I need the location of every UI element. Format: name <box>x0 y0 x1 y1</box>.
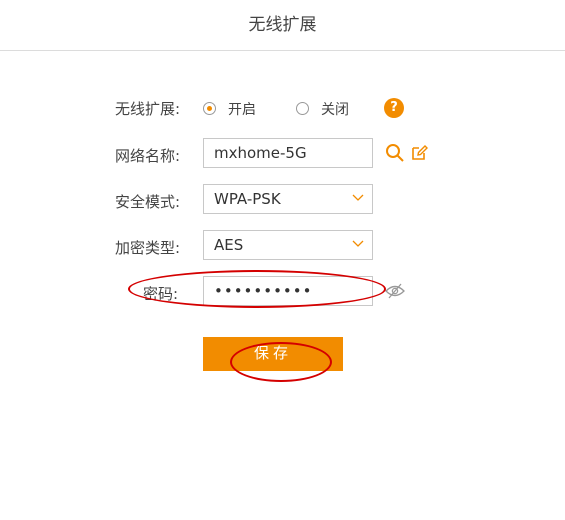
network-name-field[interactable]: mxhome-5G <box>203 138 373 168</box>
help-icon[interactable]: ? <box>384 98 404 118</box>
eye-hidden-icon[interactable] <box>385 283 405 299</box>
password-label: 密码: <box>142 285 178 303</box>
radio-on-label[interactable]: 开启 <box>228 99 256 119</box>
security-mode-label: 安全模式: <box>114 193 180 211</box>
page-title: 无线扩展 <box>248 15 317 35</box>
save-button[interactable]: 保存 <box>203 337 343 371</box>
encryption-type-label: 加密类型: <box>114 239 180 257</box>
radio-off[interactable] <box>296 102 309 115</box>
chevron-down-icon <box>352 194 364 201</box>
header: 无线扩展 <box>0 0 565 51</box>
encryption-type-value: AES <box>214 236 244 254</box>
password-field[interactable]: •••••••••• <box>203 276 373 306</box>
search-icon[interactable] <box>385 143 405 163</box>
chevron-down-icon <box>352 240 364 247</box>
edit-icon[interactable] <box>410 144 428 162</box>
radio-on[interactable] <box>203 102 216 115</box>
encryption-type-select[interactable]: AES <box>203 230 373 260</box>
wireless-extend-label: 无线扩展: <box>114 100 180 118</box>
security-mode-value: WPA-PSK <box>214 190 281 208</box>
radio-off-label[interactable]: 关闭 <box>321 99 349 119</box>
network-name-label: 网络名称: <box>114 147 180 165</box>
security-mode-select[interactable]: WPA-PSK <box>203 184 373 214</box>
